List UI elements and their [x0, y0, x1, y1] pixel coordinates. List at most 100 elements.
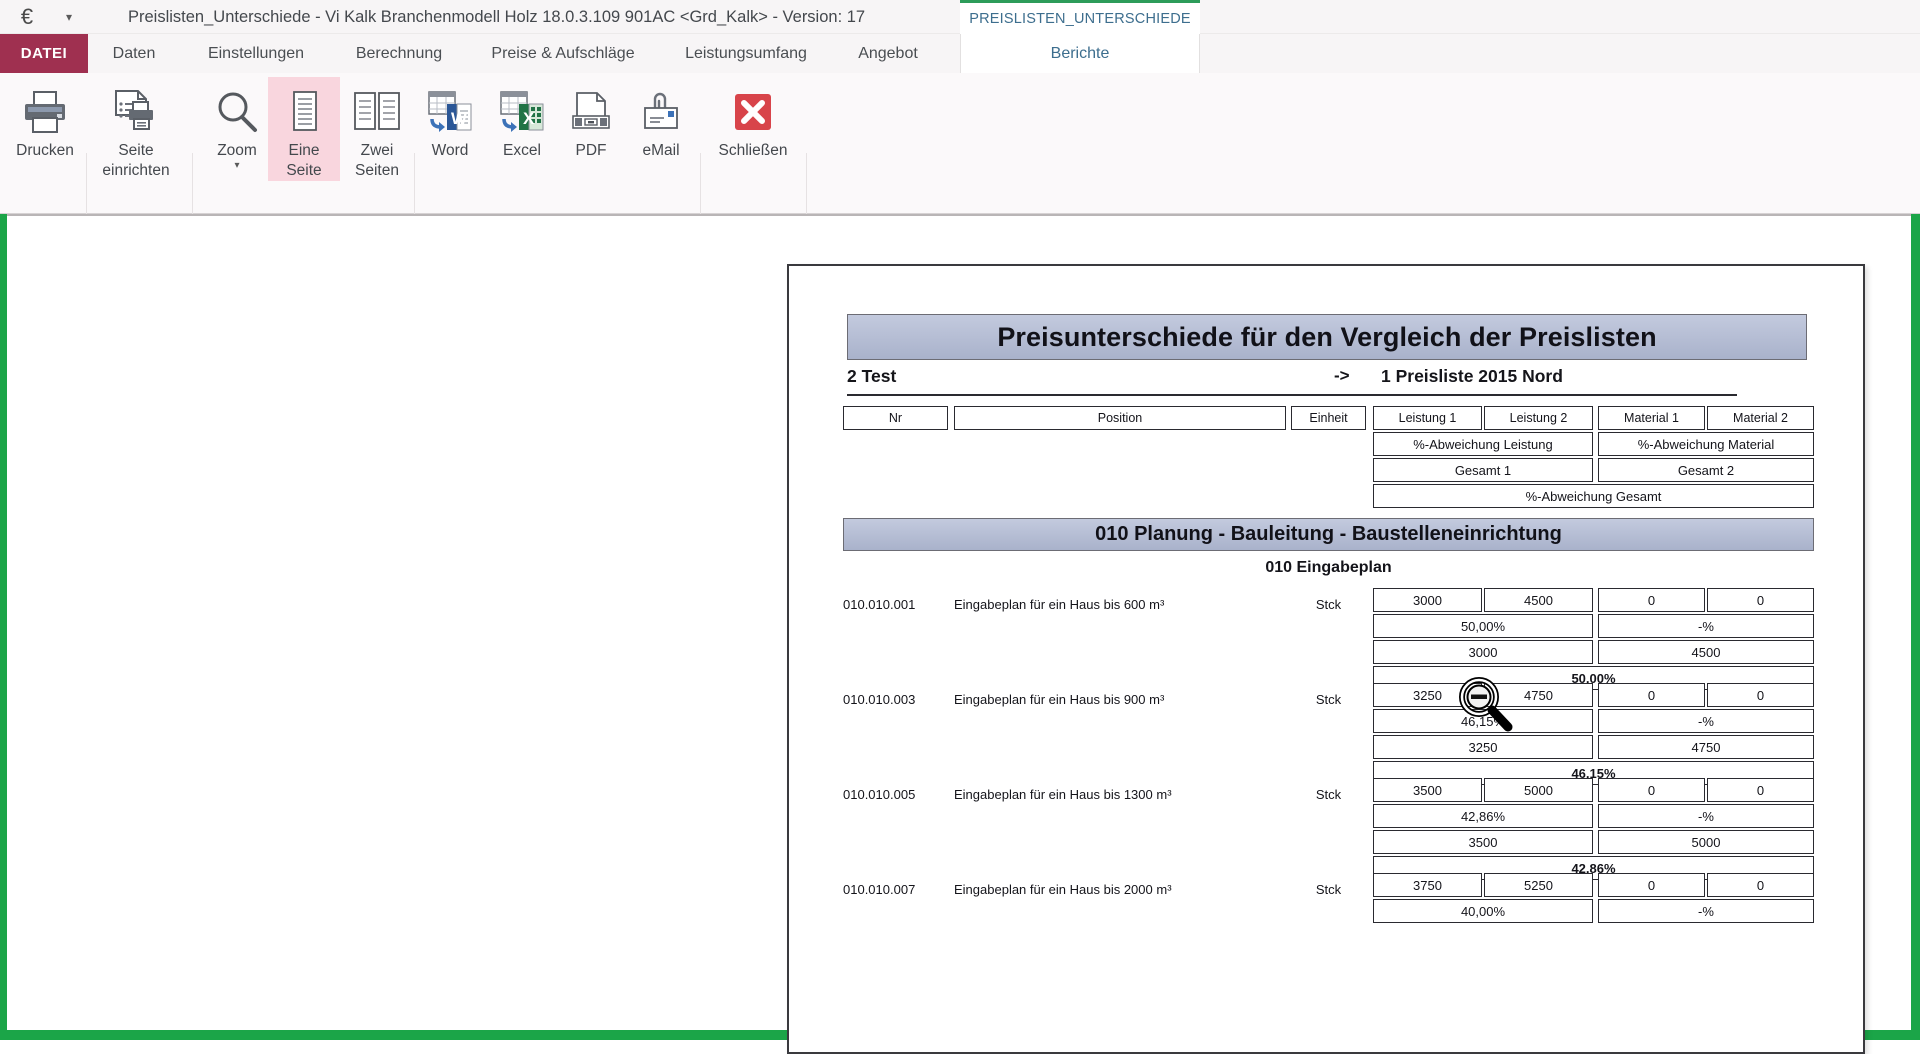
ribbon-tab-bar: DATEI DatenEinstellungenBerechnungPreise…: [0, 34, 1920, 73]
row-gesamt-1: 3000: [1373, 640, 1593, 664]
row-leistung-1: 3750: [1373, 873, 1482, 897]
export-word-button-label: Word: [432, 141, 469, 161]
export-excel-button[interactable]: X Excel: [486, 77, 558, 181]
preview-border-right: [1911, 214, 1920, 1040]
report-title-banner: Preisunterschiede für den Vergleich der …: [847, 314, 1807, 360]
row-material-1: 0: [1598, 778, 1705, 802]
column-header-material-1: Material 1: [1598, 406, 1705, 430]
column-header-abweichung-leistung: %-Abweichung Leistung: [1373, 432, 1593, 456]
row-abweichung-material: -%: [1598, 804, 1814, 828]
tab-einstellungen[interactable]: Einstellungen: [180, 34, 332, 73]
row-material-2: 0: [1707, 588, 1814, 612]
row-nr: 010.010.005: [843, 782, 948, 806]
row-gesamt-2: 5000: [1598, 830, 1814, 854]
row-nr: 010.010.007: [843, 877, 948, 901]
title-bar: € ▾ Preislisten_Unterschiede - Vi Kalk B…: [0, 0, 1920, 34]
row-abweichung-leistung: 46,15%: [1373, 709, 1593, 733]
row-leistung-2: 5000: [1484, 778, 1593, 802]
column-header-gesamt-1: Gesamt 1: [1373, 458, 1593, 482]
row-material-1: 0: [1598, 873, 1705, 897]
print-preview-area[interactable]: Preisunterschiede für den Vergleich der …: [7, 214, 1911, 1030]
two-pages-icon: [340, 85, 414, 139]
ribbon: Drucken Seite einrichten Zoom▾ Eine Seit…: [0, 73, 1920, 214]
page-setup-button[interactable]: Seite einrichten: [88, 77, 184, 181]
preview-border-left: [0, 214, 7, 1040]
chevron-down-icon[interactable]: ▾: [58, 7, 80, 27]
excel-icon: X: [486, 85, 558, 139]
row-gesamt-1: 3500: [1373, 830, 1593, 854]
export-pdf-button[interactable]: PDF: [558, 77, 624, 181]
printer-icon: [4, 85, 86, 139]
print-button-label: Drucken: [16, 141, 74, 161]
export-email-button[interactable]: eMail: [624, 77, 698, 181]
page-setup-button-label: Seite einrichten: [102, 141, 169, 181]
one-page-icon: [268, 85, 340, 139]
column-header-abweichung-gesamt: %-Abweichung Gesamt: [1373, 484, 1814, 508]
zoom-button[interactable]: Zoom▾: [196, 77, 278, 181]
email-icon: [624, 85, 698, 139]
two-pages-button[interactable]: Zwei Seiten: [340, 77, 414, 181]
tab-berichte[interactable]: Berichte: [960, 34, 1200, 73]
tab-daten[interactable]: Daten: [88, 34, 180, 73]
row-leistung-1: 3000: [1373, 588, 1482, 612]
row-leistung-2: 4500: [1484, 588, 1593, 612]
svg-text:W: W: [451, 109, 468, 128]
comparison-source: 2 Test: [847, 366, 896, 387]
row-material-2: 0: [1707, 778, 1814, 802]
report-subsection-header-label: 010 Eingabeplan: [1265, 559, 1391, 577]
print-button[interactable]: Drucken: [4, 77, 86, 181]
row-leistung-1: 3500: [1373, 778, 1482, 802]
pdf-icon: [558, 85, 624, 139]
report-section-header-label: 010 Planung - Bauleitung - Baustellenein…: [1095, 523, 1562, 546]
tab-datei[interactable]: DATEI: [0, 34, 88, 73]
row-gesamt-2: 4750: [1598, 735, 1814, 759]
row-position: Eingabeplan für ein Haus bis 900 m³: [954, 687, 1286, 711]
zoom-dropdown-caret-icon[interactable]: ▾: [234, 161, 239, 171]
comparison-arrow-icon: ->: [1334, 366, 1350, 386]
tab-leistungsumfang[interactable]: Leistungsumfang: [660, 34, 832, 73]
row-abweichung-material: -%: [1598, 709, 1814, 733]
row-einheit: Stck: [1291, 687, 1366, 711]
row-position: Eingabeplan für ein Haus bis 600 m³: [954, 592, 1286, 616]
column-header-leistung-2: Leistung 2: [1484, 406, 1593, 430]
comparison-target: 1 Preisliste 2015 Nord: [1381, 366, 1563, 387]
context-tab-label: PREISLISTEN_UNTERSCHIEDE: [969, 11, 1191, 27]
close-preview-button[interactable]: Schließen: [700, 77, 806, 181]
close-x-icon: [700, 85, 806, 139]
row-leistung-1: 3250: [1373, 683, 1482, 707]
column-header-nr: Nr: [843, 406, 948, 430]
row-abweichung-leistung: 42,86%: [1373, 804, 1593, 828]
row-material-1: 0: [1598, 588, 1705, 612]
two-pages-button-label: Zwei Seiten: [355, 141, 399, 181]
export-word-button[interactable]: W Word: [414, 77, 486, 181]
magnifier-icon: [196, 85, 278, 139]
row-nr: 010.010.003: [843, 687, 948, 711]
euro-icon[interactable]: €: [12, 2, 42, 32]
one-page-button[interactable]: Eine Seite: [268, 77, 340, 181]
row-abweichung-material: -%: [1598, 614, 1814, 638]
row-material-2: 0: [1707, 873, 1814, 897]
zoom-button-label: Zoom: [217, 141, 257, 161]
one-page-button-label: Eine Seite: [286, 141, 321, 181]
tab-angebot[interactable]: Angebot: [832, 34, 944, 73]
column-header-abweichung-material: %-Abweichung Material: [1598, 432, 1814, 456]
row-einheit: Stck: [1291, 782, 1366, 806]
column-header-gesamt-2: Gesamt 2: [1598, 458, 1814, 482]
tab-preise-aufschl-ge[interactable]: Preise & Aufschläge: [466, 34, 660, 73]
row-einheit: Stck: [1291, 592, 1366, 616]
row-abweichung-material: -%: [1598, 899, 1814, 923]
svg-text:X: X: [523, 109, 535, 128]
row-gesamt-2: 4500: [1598, 640, 1814, 664]
report-title: Preisunterschiede für den Vergleich der …: [997, 322, 1656, 353]
document-title: Preislisten_Unterschiede - Vi Kalk Branc…: [128, 0, 865, 34]
row-position: Eingabeplan für ein Haus bis 2000 m³: [954, 877, 1286, 901]
page-setup-icon: [88, 85, 184, 139]
context-tab-preislisten-unterschiede[interactable]: PREISLISTEN_UNTERSCHIEDE: [960, 0, 1200, 34]
row-nr: 010.010.001: [843, 592, 948, 616]
row-material-1: 0: [1598, 683, 1705, 707]
row-gesamt-1: 3250: [1373, 735, 1593, 759]
tab-berechnung[interactable]: Berechnung: [332, 34, 466, 73]
row-material-2: 0: [1707, 683, 1814, 707]
report-section-header: 010 Planung - Bauleitung - Baustellenein…: [843, 518, 1814, 551]
row-abweichung-leistung: 40,00%: [1373, 899, 1593, 923]
